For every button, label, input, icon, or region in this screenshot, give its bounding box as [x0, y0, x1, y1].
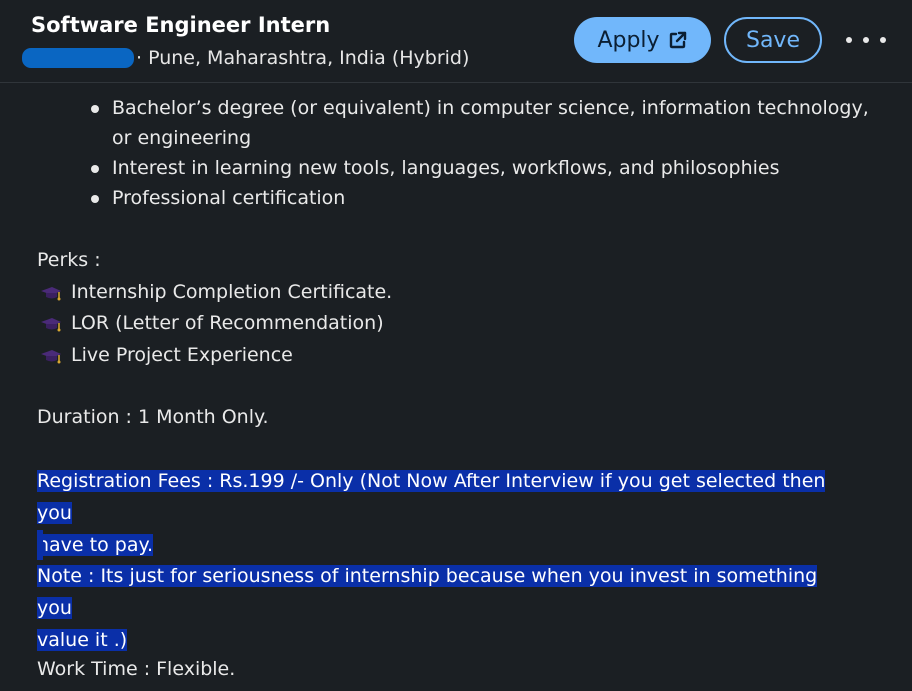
graduation-cap-icon [41, 286, 61, 300]
more-options-button[interactable] [846, 28, 886, 52]
job-location: · Pune, Maharashtra, India (Hybrid) [136, 47, 470, 69]
more-dot-icon [846, 37, 852, 43]
external-link-icon [669, 31, 686, 49]
selection-spacer [37, 530, 43, 560]
graduation-cap-icon [41, 349, 61, 363]
save-button[interactable]: Save [724, 17, 822, 63]
perk-item: LOR (Letter of Recommendation) [40, 308, 384, 339]
company-location-row: · Pune, Maharashtra, India (Hybrid) [22, 46, 469, 70]
selected-note-text: Note : Its just for seriousness of inter… [37, 560, 849, 656]
note-line: Note : Its just for seriousness of inter… [37, 565, 818, 619]
perks-heading: Perks : [37, 249, 101, 271]
more-dot-icon [880, 37, 886, 43]
apply-button[interactable]: Apply [574, 17, 711, 63]
perk-item: Internship Completion Certificate. [40, 277, 392, 308]
more-dot-icon [863, 37, 869, 43]
note-line: value it .) [37, 629, 128, 651]
registration-line: have to pay. [37, 534, 154, 556]
perk-label: Internship Completion Certificate. [71, 281, 393, 303]
apply-button-label: Apply [597, 27, 660, 53]
perk-item: Live Project Experience [40, 340, 293, 371]
job-header: Software Engineer Intern · Pune, Maharas… [0, 0, 912, 83]
duration-text: Duration : 1 Month Only. [37, 406, 269, 428]
selected-registration-text: Registration Fees : Rs.199 /- Only (Not … [37, 465, 849, 561]
perk-label: LOR (Letter of Recommendation) [71, 312, 384, 334]
perk-label: Live Project Experience [71, 344, 293, 366]
redacted-company-name [22, 48, 134, 68]
save-button-label: Save [745, 27, 800, 53]
work-time-text: Work Time : Flexible. [37, 658, 236, 680]
job-title[interactable]: Software Engineer Intern [31, 13, 330, 37]
list-item: Bachelor’s degree (or equivalent) in com… [88, 93, 888, 153]
list-item: Professional certification [88, 183, 888, 213]
registration-line: Registration Fees : Rs.199 /- Only (Not … [37, 470, 826, 524]
job-description: Bachelor’s degree (or equivalent) in com… [0, 83, 912, 691]
list-item: Interest in learning new tools, language… [88, 153, 888, 183]
requirements-list: Bachelor’s degree (or equivalent) in com… [88, 93, 888, 213]
graduation-cap-icon [41, 317, 61, 331]
